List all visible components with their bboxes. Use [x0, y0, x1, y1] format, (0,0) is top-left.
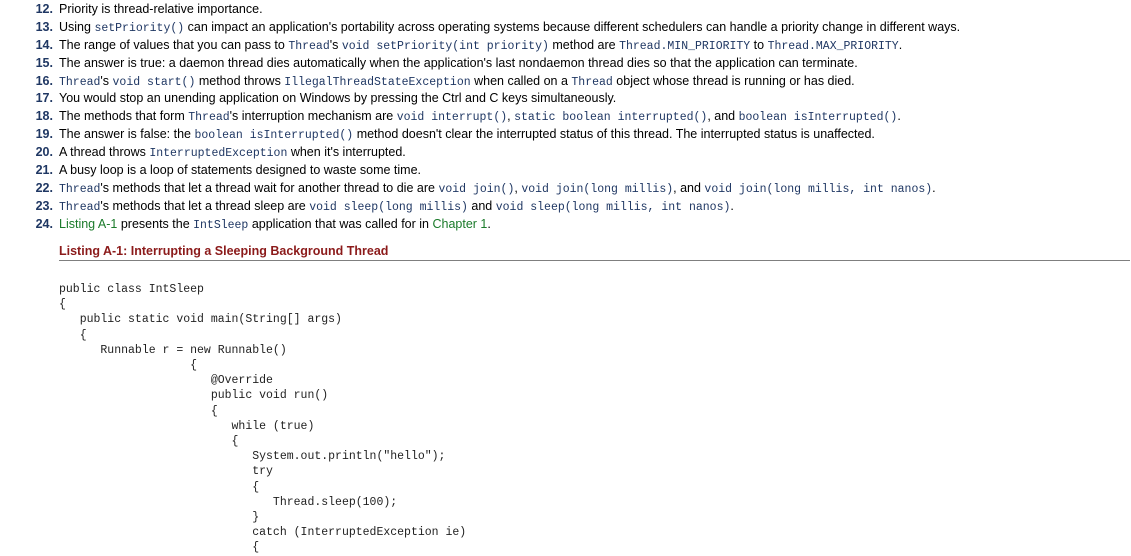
item-text: Using setPriority() can impact an applic… [59, 19, 960, 37]
code-term: void join() [438, 182, 515, 196]
text-run: method throws [195, 73, 285, 88]
item-number: 12. [35, 2, 53, 16]
code-term: Thread [571, 75, 613, 89]
item-number: 15. [35, 55, 53, 70]
text-run: application that was called for in [248, 216, 433, 231]
item-number: 14. [35, 37, 53, 52]
text-run: . [898, 37, 903, 52]
text-run: The range of values that you can pass to [59, 37, 289, 52]
text-run: Using [59, 19, 95, 34]
text-run: 's methods that let a thread wait for an… [100, 180, 439, 195]
text-run: The answer is false: the [59, 127, 195, 142]
text-run: 's interruption mechanism are [229, 109, 397, 124]
answer-list: 12. Priority is thread-relative importanc… [8, 1, 961, 234]
text-run: The methods that form [59, 109, 189, 124]
code-term: boolean isInterrupted() [738, 111, 898, 125]
text-run: and [467, 198, 496, 213]
text-run: 's [100, 73, 113, 88]
text-run: . [897, 109, 901, 124]
item-number: 17. [35, 91, 53, 106]
text-run: You would stop an unending application o… [59, 91, 617, 106]
item-number: 16. [35, 73, 53, 88]
code-listing: public class IntSleep { public static vo… [59, 283, 467, 555]
list-item: 15. The answer is true: a daemon thread d… [8, 55, 960, 73]
text-run: . [730, 198, 734, 213]
code-term: void sleep(long millis, int nanos) [495, 200, 731, 214]
text-run: A busy loop is a loop of statements desi… [59, 163, 422, 178]
code-term: static boolean interrupted() [514, 111, 708, 125]
code-term: Thread [59, 182, 101, 196]
item-text: You would stop an unending application o… [59, 90, 616, 108]
text-run: to [750, 37, 768, 52]
listing-title: Listing A-1: Interrupting a Sleeping Bac… [59, 244, 1130, 261]
item-number: 24. [35, 216, 53, 231]
code-term: setPriority() [94, 21, 185, 35]
code-term: void sleep(long millis) [309, 200, 468, 214]
text-run: , and [707, 109, 739, 124]
text-run: The answer is true: a daemon thread dies… [59, 55, 858, 70]
item-number: 18. [35, 109, 53, 124]
code-term: IntSleep [193, 218, 249, 232]
item-text: Listing A-1 presents the IntSleep applic… [59, 216, 491, 234]
code-term: IllegalThreadStateException [284, 75, 471, 89]
text-run: Priority is thread-relative importance. [59, 2, 263, 16]
item-number: 23. [35, 198, 53, 213]
text-run: presents the [117, 216, 194, 231]
code-term: Thread [59, 200, 101, 214]
code-term: Thread [59, 75, 101, 89]
text-run: when called on a [470, 73, 572, 88]
item-text: A thread throws InterruptedException whe… [59, 144, 406, 162]
code-term: Thread [188, 111, 230, 125]
item-text: Thread's methods that let a thread wait … [59, 180, 936, 198]
item-number: 13. [35, 19, 53, 34]
list-item: 12. Priority is thread-relative importanc… [8, 1, 960, 19]
text-run: . [932, 180, 936, 195]
text-run: can impact an application's portability … [184, 19, 961, 34]
item-text: A busy loop is a loop of statements desi… [59, 162, 421, 180]
code-term: boolean isInterrupted() [194, 129, 354, 143]
text-run: 's methods that let a thread sleep are [100, 198, 310, 213]
list-item: 16. Thread's void start() method throws I… [8, 73, 960, 91]
text-run: , and [673, 180, 705, 195]
item-text: The methods that form Thread's interrupt… [59, 108, 901, 126]
code-term: Thread.MAX_PRIORITY [767, 39, 899, 53]
text-run: object whose thread is running or has di… [612, 73, 855, 88]
cross-reference-link[interactable]: Chapter 1 [432, 217, 487, 231]
code-term: void interrupt() [396, 111, 508, 125]
list-item: 17. You would stop an unending applicatio… [8, 90, 960, 108]
item-number: 21. [35, 163, 53, 178]
list-item: 23. Thread's methods that let a thread sl… [8, 198, 960, 216]
list-item: 19. The answer is false: the boolean isIn… [8, 126, 960, 144]
list-item: 21. A busy loop is a loop of statements d… [8, 162, 960, 180]
code-term: Thread [288, 39, 330, 53]
item-text: The answer is true: a daemon thread dies… [59, 55, 858, 73]
item-text: Priority is thread-relative importance. [59, 1, 263, 19]
list-item: 22. Thread's methods that let a thread wa… [8, 180, 960, 198]
code-term: void join(long millis, int nanos) [704, 182, 933, 196]
code-term: void setPriority(int priority) [341, 39, 549, 53]
text-run: method are [548, 37, 620, 52]
item-text: The range of values that you can pass to… [59, 37, 902, 55]
text-run: A thread throws [59, 145, 150, 160]
list-item: 20. A thread throws InterruptedException … [8, 144, 960, 162]
text-run: when it's interrupted. [287, 145, 406, 160]
code-term: InterruptedException [149, 147, 288, 161]
text-run: . [487, 216, 491, 231]
item-text: The answer is false: the boolean isInter… [59, 126, 875, 144]
item-text: Thread's methods that let a thread sleep… [59, 198, 734, 216]
list-item: 24. Listing A-1 presents the IntSleep app… [8, 216, 960, 234]
code-term: void join(long millis) [521, 182, 674, 196]
code-term: void start() [112, 75, 196, 89]
list-item: 13. Using setPriority() can impact an app… [8, 19, 961, 37]
item-number: 22. [35, 180, 53, 195]
code-term: Thread.MIN_PRIORITY [619, 39, 751, 53]
item-number: 19. [35, 127, 53, 142]
text-run: 's [329, 37, 342, 52]
item-number: 20. [35, 145, 53, 160]
item-text: Thread's void start() method throws Ille… [59, 73, 855, 91]
text-run: method doesn't clear the interrupted sta… [353, 127, 875, 142]
cross-reference-link[interactable]: Listing A-1 [59, 217, 117, 231]
list-item: 14. The range of values that you can pass… [8, 37, 960, 55]
list-item: 18. The methods that form Thread's interr… [8, 108, 960, 126]
